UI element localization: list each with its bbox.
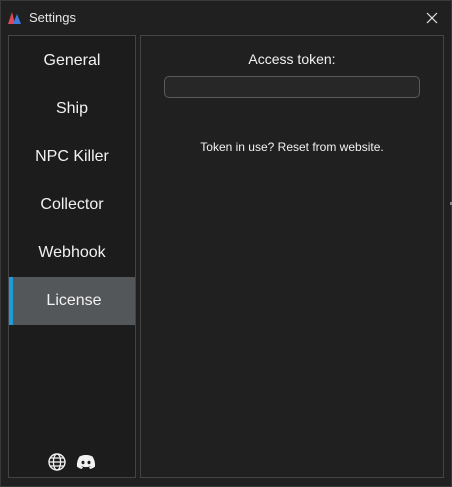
sidebar-item-label: Collector (40, 196, 104, 213)
settings-window: Settings General Ship NPC Killer Collect… (0, 0, 452, 487)
sidebar-item-label: License (46, 292, 102, 309)
sidebar-item-webhook[interactable]: Webhook (9, 229, 135, 277)
access-token-label: Access token: (248, 51, 336, 67)
settings-sidebar: General Ship NPC Killer Collector Webhoo… (8, 35, 136, 478)
discord-icon[interactable] (75, 452, 97, 472)
close-icon (426, 12, 438, 24)
close-button[interactable] (415, 4, 449, 32)
sidebar-item-collector[interactable]: Collector (9, 181, 135, 229)
sidebar-item-general[interactable]: General (9, 37, 135, 85)
window-title: Settings (29, 10, 76, 25)
sidebar-item-npc-killer[interactable]: NPC Killer (9, 133, 135, 181)
globe-icon[interactable] (47, 452, 67, 472)
sidebar-item-label: General (43, 52, 101, 69)
active-indicator (9, 277, 13, 325)
reset-token-note: Token in use? Reset from website. (200, 140, 384, 154)
license-panel: Access token: Token in use? Reset from w… (140, 35, 444, 478)
app-logo-icon (8, 12, 21, 24)
sidebar-item-license[interactable]: License (9, 277, 135, 325)
access-token-input[interactable] (164, 76, 420, 98)
sidebar-item-ship[interactable]: Ship (9, 85, 135, 133)
sidebar-item-label: Webhook (38, 244, 106, 261)
sidebar-item-label: Ship (55, 100, 89, 117)
sidebar-item-label: NPC Killer (35, 148, 109, 165)
title-bar[interactable]: Settings (1, 1, 451, 34)
